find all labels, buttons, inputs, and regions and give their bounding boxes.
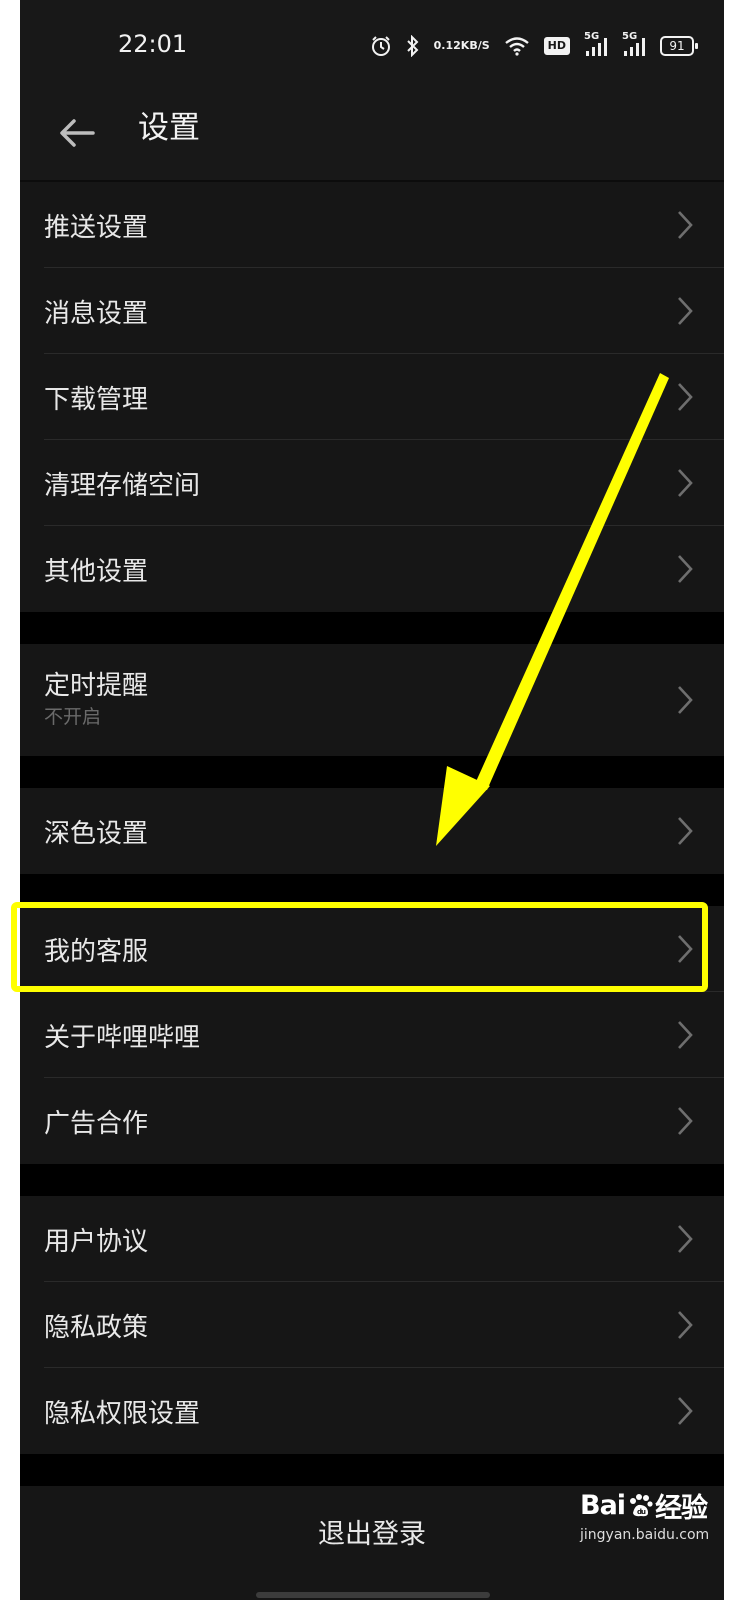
annotation-arrow	[436, 373, 669, 846]
